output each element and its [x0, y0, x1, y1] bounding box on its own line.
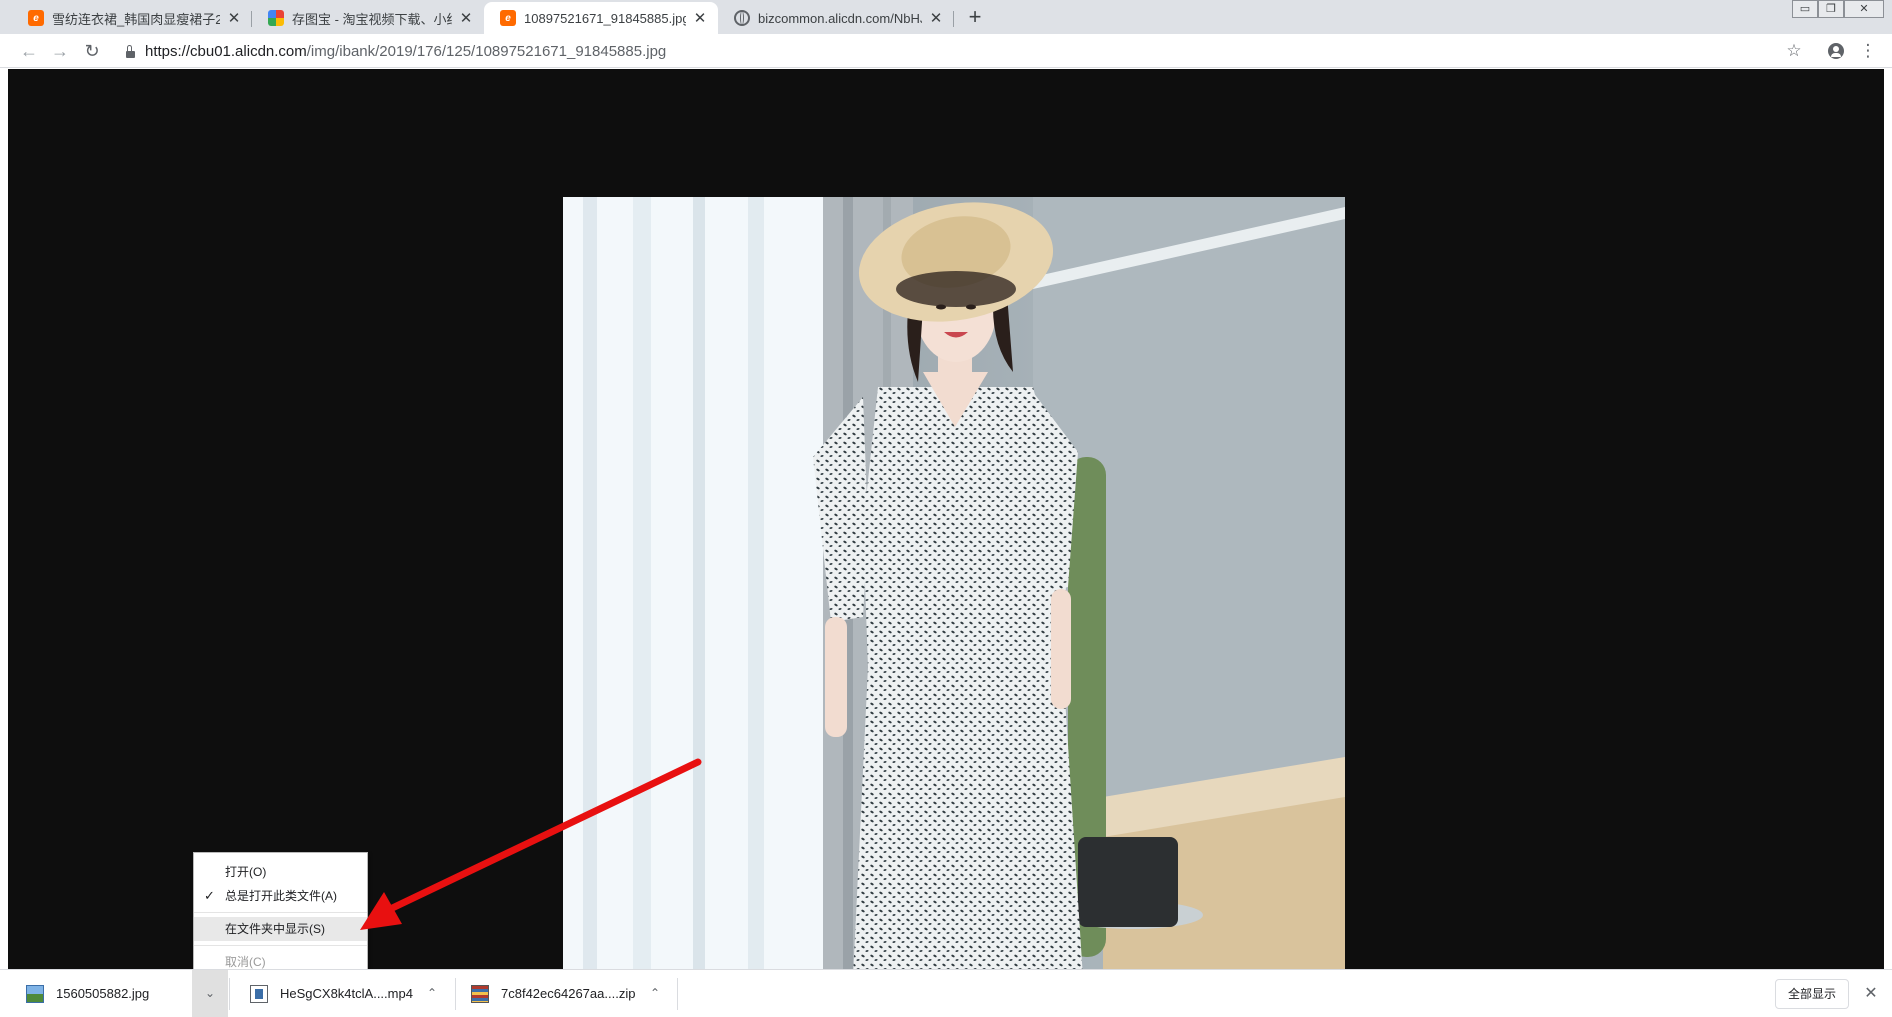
tab-title: bizcommon.alicdn.com/NbHJ: [758, 10, 922, 26]
tab-bizcommon[interactable]: bizcommon.alicdn.com/NbHJ ✕: [718, 2, 954, 34]
menu-item-label: 打开(O): [225, 865, 267, 879]
zip-file-icon: [471, 984, 489, 1003]
tab-dress-product[interactable]: e 雪纺连衣裙_韩国肉显瘦裙子2019 ✕: [12, 2, 252, 34]
check-icon: ✓: [204, 888, 215, 903]
shelf-divider: [455, 978, 456, 1010]
cuntubao-icon: [268, 10, 284, 26]
close-icon[interactable]: ✕: [226, 9, 242, 27]
url-host: https://cbu01.alicdn.com: [145, 42, 307, 60]
tab-strip: e 雪纺连衣裙_韩国肉显瘦裙子2019 ✕ 存图宝 - 淘宝视频下载、小红书 ✕…: [0, 0, 1892, 34]
minimize-button[interactable]: ▭: [1792, 0, 1818, 18]
close-icon[interactable]: ✕: [692, 9, 708, 27]
menu-item-open[interactable]: 打开(O): [194, 860, 367, 884]
address-bar[interactable]: https://cbu01.alicdn.com/img/ibank/2019/…: [112, 37, 1872, 65]
tab-divider: [953, 11, 954, 27]
download-context-menu: 打开(O) ✓ 总是打开此类文件(A) 在文件夹中显示(S) 取消(C): [193, 852, 368, 974]
download-filename: HeSgCX8k4tclA....mp4: [280, 986, 413, 1001]
browser-toolbar: ← → ↻ https://cbu01.alicdn.com/img/ibank…: [0, 34, 1892, 68]
download-options-caret[interactable]: ⌃: [414, 970, 450, 1017]
download-item-jpg[interactable]: 1560505882.jpg: [26, 970, 149, 1017]
alibaba-icon: e: [28, 10, 44, 26]
url-path: /img/ibank/2019/176/125/10897521671_9184…: [306, 42, 667, 60]
image-viewer: [8, 69, 1884, 978]
image-file-icon: [26, 984, 44, 1003]
shelf-divider: [229, 978, 230, 1010]
forward-button[interactable]: →: [47, 38, 73, 64]
menu-divider: [194, 912, 367, 913]
new-tab-button[interactable]: +: [961, 4, 989, 32]
close-icon[interactable]: ✕: [928, 9, 944, 27]
download-item-zip[interactable]: 7c8f42ec64267aa....zip: [471, 970, 635, 1017]
chrome-menu-icon[interactable]: ⋮: [1856, 38, 1880, 64]
download-filename: 1560505882.jpg: [56, 986, 150, 1001]
shelf-divider: [677, 978, 678, 1010]
window-close-button[interactable]: ✕: [1844, 0, 1884, 18]
restore-button[interactable]: ❐: [1818, 0, 1844, 18]
back-button[interactable]: ←: [16, 38, 42, 64]
tab-title: 10897521671_91845885.jpg (8: [524, 10, 686, 26]
photo-illustration: [563, 197, 1345, 978]
profile-avatar-icon[interactable]: [1828, 43, 1844, 59]
close-icon[interactable]: ✕: [458, 9, 474, 27]
lock-icon: [126, 44, 135, 58]
tab-title: 雪纺连衣裙_韩国肉显瘦裙子2019: [52, 11, 220, 27]
download-options-caret[interactable]: ⌃: [637, 970, 673, 1017]
bookmark-star-icon[interactable]: ☆: [1782, 38, 1806, 64]
close-icon[interactable]: ✕: [1858, 979, 1884, 1009]
tab-image-jpg[interactable]: e 10897521671_91845885.jpg (8 ✕: [484, 2, 718, 34]
video-file-icon: [250, 984, 268, 1003]
download-shelf: 1560505882.jpg ⌄ HeSgCX8k4tclA....mp4 ⌃ …: [0, 969, 1892, 1017]
menu-item-label: 取消(C): [225, 955, 266, 969]
menu-item-always-open[interactable]: ✓ 总是打开此类文件(A): [194, 884, 367, 908]
globe-icon: [734, 10, 750, 26]
product-photo[interactable]: [563, 197, 1345, 978]
url-text[interactable]: https://cbu01.alicdn.com/img/ibank/2019/…: [145, 43, 666, 60]
tab-title: 存图宝 - 淘宝视频下载、小红书: [292, 11, 452, 27]
show-all-downloads-button[interactable]: 全部显示: [1775, 979, 1849, 1009]
download-filename: 7c8f42ec64267aa....zip: [501, 986, 636, 1001]
download-item-mp4[interactable]: HeSgCX8k4tclA....mp4: [250, 970, 413, 1017]
download-options-caret[interactable]: ⌄: [192, 970, 228, 1017]
menu-divider: [194, 945, 367, 946]
reload-button[interactable]: ↻: [79, 38, 105, 64]
tab-cuntubao[interactable]: 存图宝 - 淘宝视频下载、小红书 ✕: [252, 2, 484, 34]
menu-item-label: 在文件夹中显示(S): [225, 922, 325, 936]
menu-item-show-in-folder[interactable]: 在文件夹中显示(S): [194, 917, 367, 941]
alibaba-icon: e: [500, 10, 516, 26]
menu-item-label: 总是打开此类文件(A): [225, 889, 337, 903]
